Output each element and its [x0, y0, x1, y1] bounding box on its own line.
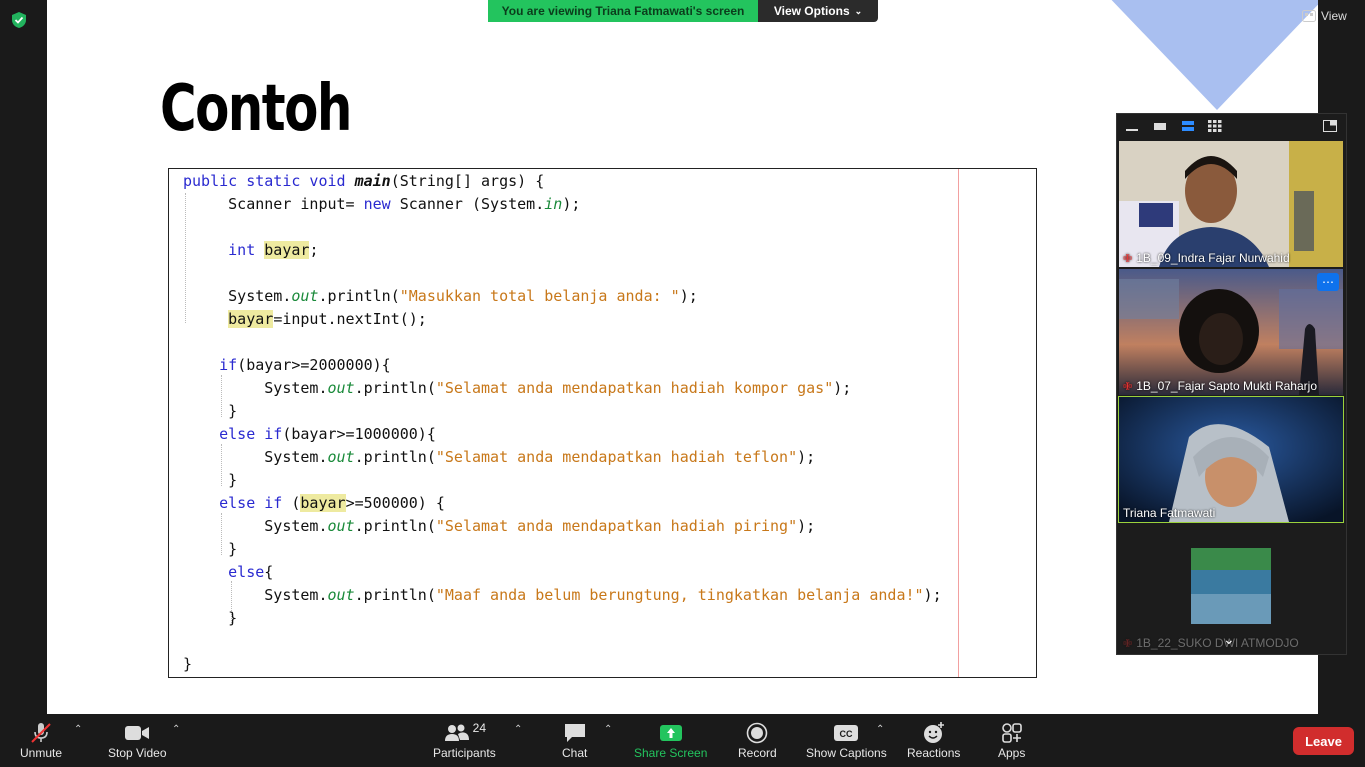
- audio-options-caret[interactable]: ⌃: [74, 724, 82, 735]
- chat-button[interactable]: Chat: [562, 720, 587, 760]
- security-shield-icon[interactable]: [10, 11, 28, 29]
- chevron-down-icon: ⌄: [854, 5, 863, 16]
- show-captions-button[interactable]: CC Show Captions: [806, 720, 887, 760]
- participants-icon: [444, 724, 469, 741]
- code-line: System.out.println("Selamat anda mendapa…: [183, 448, 816, 466]
- slide-title: Contoh: [160, 72, 352, 146]
- muted-mic-icon: ✙: [1123, 637, 1133, 650]
- code-line: }: [183, 655, 193, 673]
- leave-meeting-button[interactable]: Leave: [1293, 727, 1354, 755]
- participant-name: ✙ 1B_22_SUKO DWI ATMODJO: [1123, 636, 1299, 650]
- record-icon: [747, 722, 768, 744]
- participant-video-tile[interactable]: ✙ 1B_22_SUKO DWI ATMODJO ⌄: [1119, 524, 1343, 652]
- code-line: bayar=input.nextInt();: [228, 310, 427, 328]
- participant-name: ✙ 1B_09_Indra Fajar Nurwahid: [1123, 251, 1290, 265]
- code-line: int bayar;: [228, 241, 319, 259]
- participants-count: 24: [472, 721, 487, 735]
- reactions-button[interactable]: Reactions: [907, 720, 960, 760]
- code-line: }: [183, 540, 238, 558]
- grid-view-icon: [1302, 10, 1316, 22]
- chat-options-caret[interactable]: ⌃: [604, 724, 612, 735]
- slide-decoration: [1102, 0, 1318, 110]
- minimize-icon[interactable]: [1125, 120, 1139, 132]
- code-line: else{: [228, 563, 274, 581]
- participant-video-tile-active-speaker[interactable]: Triana Fatmawati: [1118, 396, 1344, 523]
- code-line: else if(bayar>=1000000){: [219, 425, 436, 443]
- code-line: System.out.println("Masukkan total belan…: [183, 287, 698, 305]
- closed-captions-icon: CC: [834, 725, 859, 741]
- stop-video-button[interactable]: Stop Video: [108, 720, 167, 760]
- share-screen-icon: [659, 725, 682, 741]
- pop-out-icon[interactable]: [1323, 120, 1337, 132]
- code-line: public static void main(String[] args) {: [183, 172, 545, 190]
- speaker-view-icon[interactable]: [1181, 120, 1195, 132]
- code-line: Scanner input= new Scanner (System.in);: [183, 195, 581, 213]
- gallery-view-icon[interactable]: [1208, 120, 1222, 132]
- muted-mic-icon: ✙: [1123, 252, 1133, 265]
- captions-options-caret[interactable]: ⌃: [876, 724, 884, 735]
- code-line: System.out.println("Maaf anda belum beru…: [183, 586, 942, 604]
- code-line: if(bayar>=2000000){: [219, 356, 391, 374]
- smiley-reaction-icon: [923, 722, 944, 743]
- participant-video: [1119, 141, 1343, 267]
- code-line: }: [183, 471, 238, 489]
- share-screen-button[interactable]: Share Screen: [634, 720, 707, 760]
- view-options-button[interactable]: View Options ⌄: [758, 0, 878, 22]
- participants-options-caret[interactable]: ⌃: [514, 724, 522, 735]
- meeting-toolbar: Unmute ⌃ Stop Video ⌃ 24 Participants ⌃ …: [0, 714, 1365, 767]
- muted-microphone-icon: [31, 723, 51, 743]
- participant-video: [1119, 269, 1343, 395]
- apps-icon: [1001, 723, 1022, 743]
- apps-button[interactable]: Apps: [998, 720, 1025, 760]
- participant-name: ✙ 1B_07_Fajar Sapto Mukti Raharjo: [1123, 379, 1317, 393]
- chat-bubble-icon: [564, 724, 585, 742]
- code-block: public static void main(String[] args) {…: [168, 168, 1037, 678]
- video-camera-icon: [125, 726, 150, 740]
- participant-video-tile[interactable]: ✙ 1B_09_Indra Fajar Nurwahid: [1119, 141, 1343, 267]
- svg-text:CC: CC: [840, 729, 853, 739]
- muted-mic-icon: ✙: [1123, 380, 1133, 393]
- more-options-button[interactable]: ⋯: [1317, 273, 1339, 291]
- code-line: System.out.println("Selamat anda mendapa…: [183, 379, 852, 397]
- viewing-screen-banner: You are viewing Triana Fatmawati's scree…: [488, 0, 758, 22]
- hide-video-icon[interactable]: [1153, 120, 1167, 132]
- participant-video: [1119, 397, 1343, 522]
- video-options-caret[interactable]: ⌃: [172, 724, 180, 735]
- participant-name: Triana Fatmawati: [1123, 506, 1216, 520]
- view-button[interactable]: View: [1302, 9, 1347, 23]
- video-gallery-panel: ✙ 1B_09_Indra Fajar Nurwahid ⋯ ✙ 1B_07_Faj…: [1116, 113, 1347, 655]
- code-line: else if (bayar>=500000) {: [219, 494, 445, 512]
- code-line: }: [183, 609, 238, 627]
- record-button[interactable]: Record: [738, 720, 777, 760]
- scroll-down-icon[interactable]: ⌄: [1223, 631, 1235, 648]
- code-line: }: [183, 402, 238, 420]
- participant-video-tile[interactable]: ⋯ ✙ 1B_07_Fajar Sapto Mukti Raharjo: [1119, 269, 1343, 395]
- participants-button[interactable]: 24 Participants: [433, 720, 496, 760]
- unmute-button[interactable]: Unmute: [20, 720, 62, 760]
- code-line: System.out.println("Selamat anda mendapa…: [183, 517, 816, 535]
